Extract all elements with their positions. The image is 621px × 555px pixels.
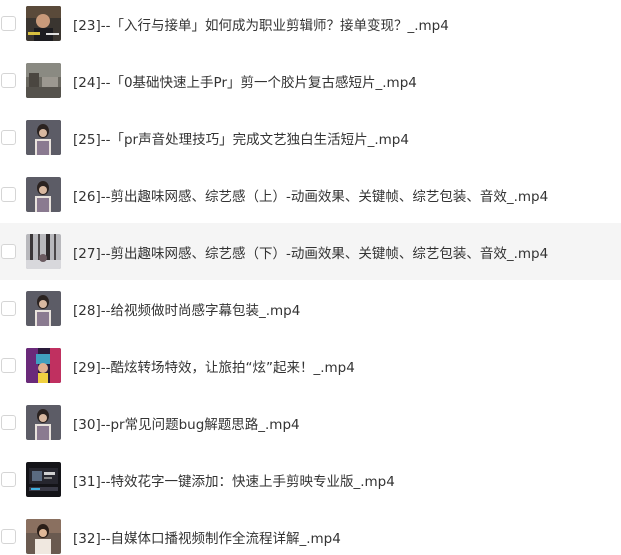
file-name[interactable]: [26]--剪出趣味网感、综艺感（上）-动画效果、关键帧、综艺包装、音效_.mp… [73,185,548,205]
file-name[interactable]: [32]--自媒体口播视频制作全流程详解_.mp4 [73,527,341,547]
row-checkbox[interactable] [1,129,16,145]
row-checkbox[interactable] [1,528,16,544]
file-name[interactable]: [24]--「0基础快速上手Pr」剪一个胶片复古感短片_.mp4 [73,71,417,91]
row-checkbox[interactable] [1,300,16,316]
file-row[interactable]: [25]--「pr声音处理技巧」完成文艺独白生活短片_.mp4 [0,109,621,166]
video-thumbnail [26,461,61,497]
file-row[interactable]: [23]--「入行与接单」如何成为职业剪辑师？接单变现？_.mp4 [0,0,621,52]
file-name[interactable]: [31]--特效花字一键添加：快速上手剪映专业版_.mp4 [73,470,395,490]
video-thumbnail [26,233,61,269]
video-thumbnail [26,347,61,383]
row-checkbox[interactable] [1,72,16,88]
file-name[interactable]: [25]--「pr声音处理技巧」完成文艺独白生活短片_.mp4 [73,128,409,148]
row-checkbox[interactable] [1,471,16,487]
file-row[interactable]: [27]--剪出趣味网感、综艺感（下）-动画效果、关键帧、综艺包装、音效_.mp… [0,223,621,280]
video-thumbnail [26,290,61,326]
file-name[interactable]: [23]--「入行与接单」如何成为职业剪辑师？接单变现？_.mp4 [73,14,449,34]
file-name[interactable]: [29]--酷炫转场特效，让旅拍“炫”起来！_.mp4 [73,356,355,376]
video-thumbnail [26,5,61,41]
file-row[interactable]: [28]--给视频做时尚感字幕包装_.mp4 [0,280,621,337]
file-name[interactable]: [28]--给视频做时尚感字幕包装_.mp4 [73,299,300,319]
file-name[interactable]: [27]--剪出趣味网感、综艺感（下）-动画效果、关键帧、综艺包装、音效_.mp… [73,242,548,262]
file-row[interactable]: [32]--自媒体口播视频制作全流程详解_.mp4 [0,508,621,555]
video-thumbnail [26,518,61,554]
file-list: [23]--「入行与接单」如何成为职业剪辑师？接单变现？_.mp4 [24]--… [0,0,621,555]
video-thumbnail [26,176,61,212]
file-row[interactable]: [26]--剪出趣味网感、综艺感（上）-动画效果、关键帧、综艺包装、音效_.mp… [0,166,621,223]
row-checkbox[interactable] [1,414,16,430]
file-row[interactable]: [30]--pr常见问题bug解题思路_.mp4 [0,394,621,451]
row-checkbox[interactable] [1,15,16,31]
row-checkbox[interactable] [1,243,16,259]
video-thumbnail [26,62,61,98]
video-thumbnail [26,404,61,440]
file-row[interactable]: [29]--酷炫转场特效，让旅拍“炫”起来！_.mp4 [0,337,621,394]
row-checkbox[interactable] [1,357,16,373]
video-thumbnail [26,119,61,155]
file-name[interactable]: [30]--pr常见问题bug解题思路_.mp4 [73,413,300,433]
row-checkbox[interactable] [1,186,16,202]
file-row[interactable]: [31]--特效花字一键添加：快速上手剪映专业版_.mp4 [0,451,621,508]
file-row[interactable]: [24]--「0基础快速上手Pr」剪一个胶片复古感短片_.mp4 [0,52,621,109]
